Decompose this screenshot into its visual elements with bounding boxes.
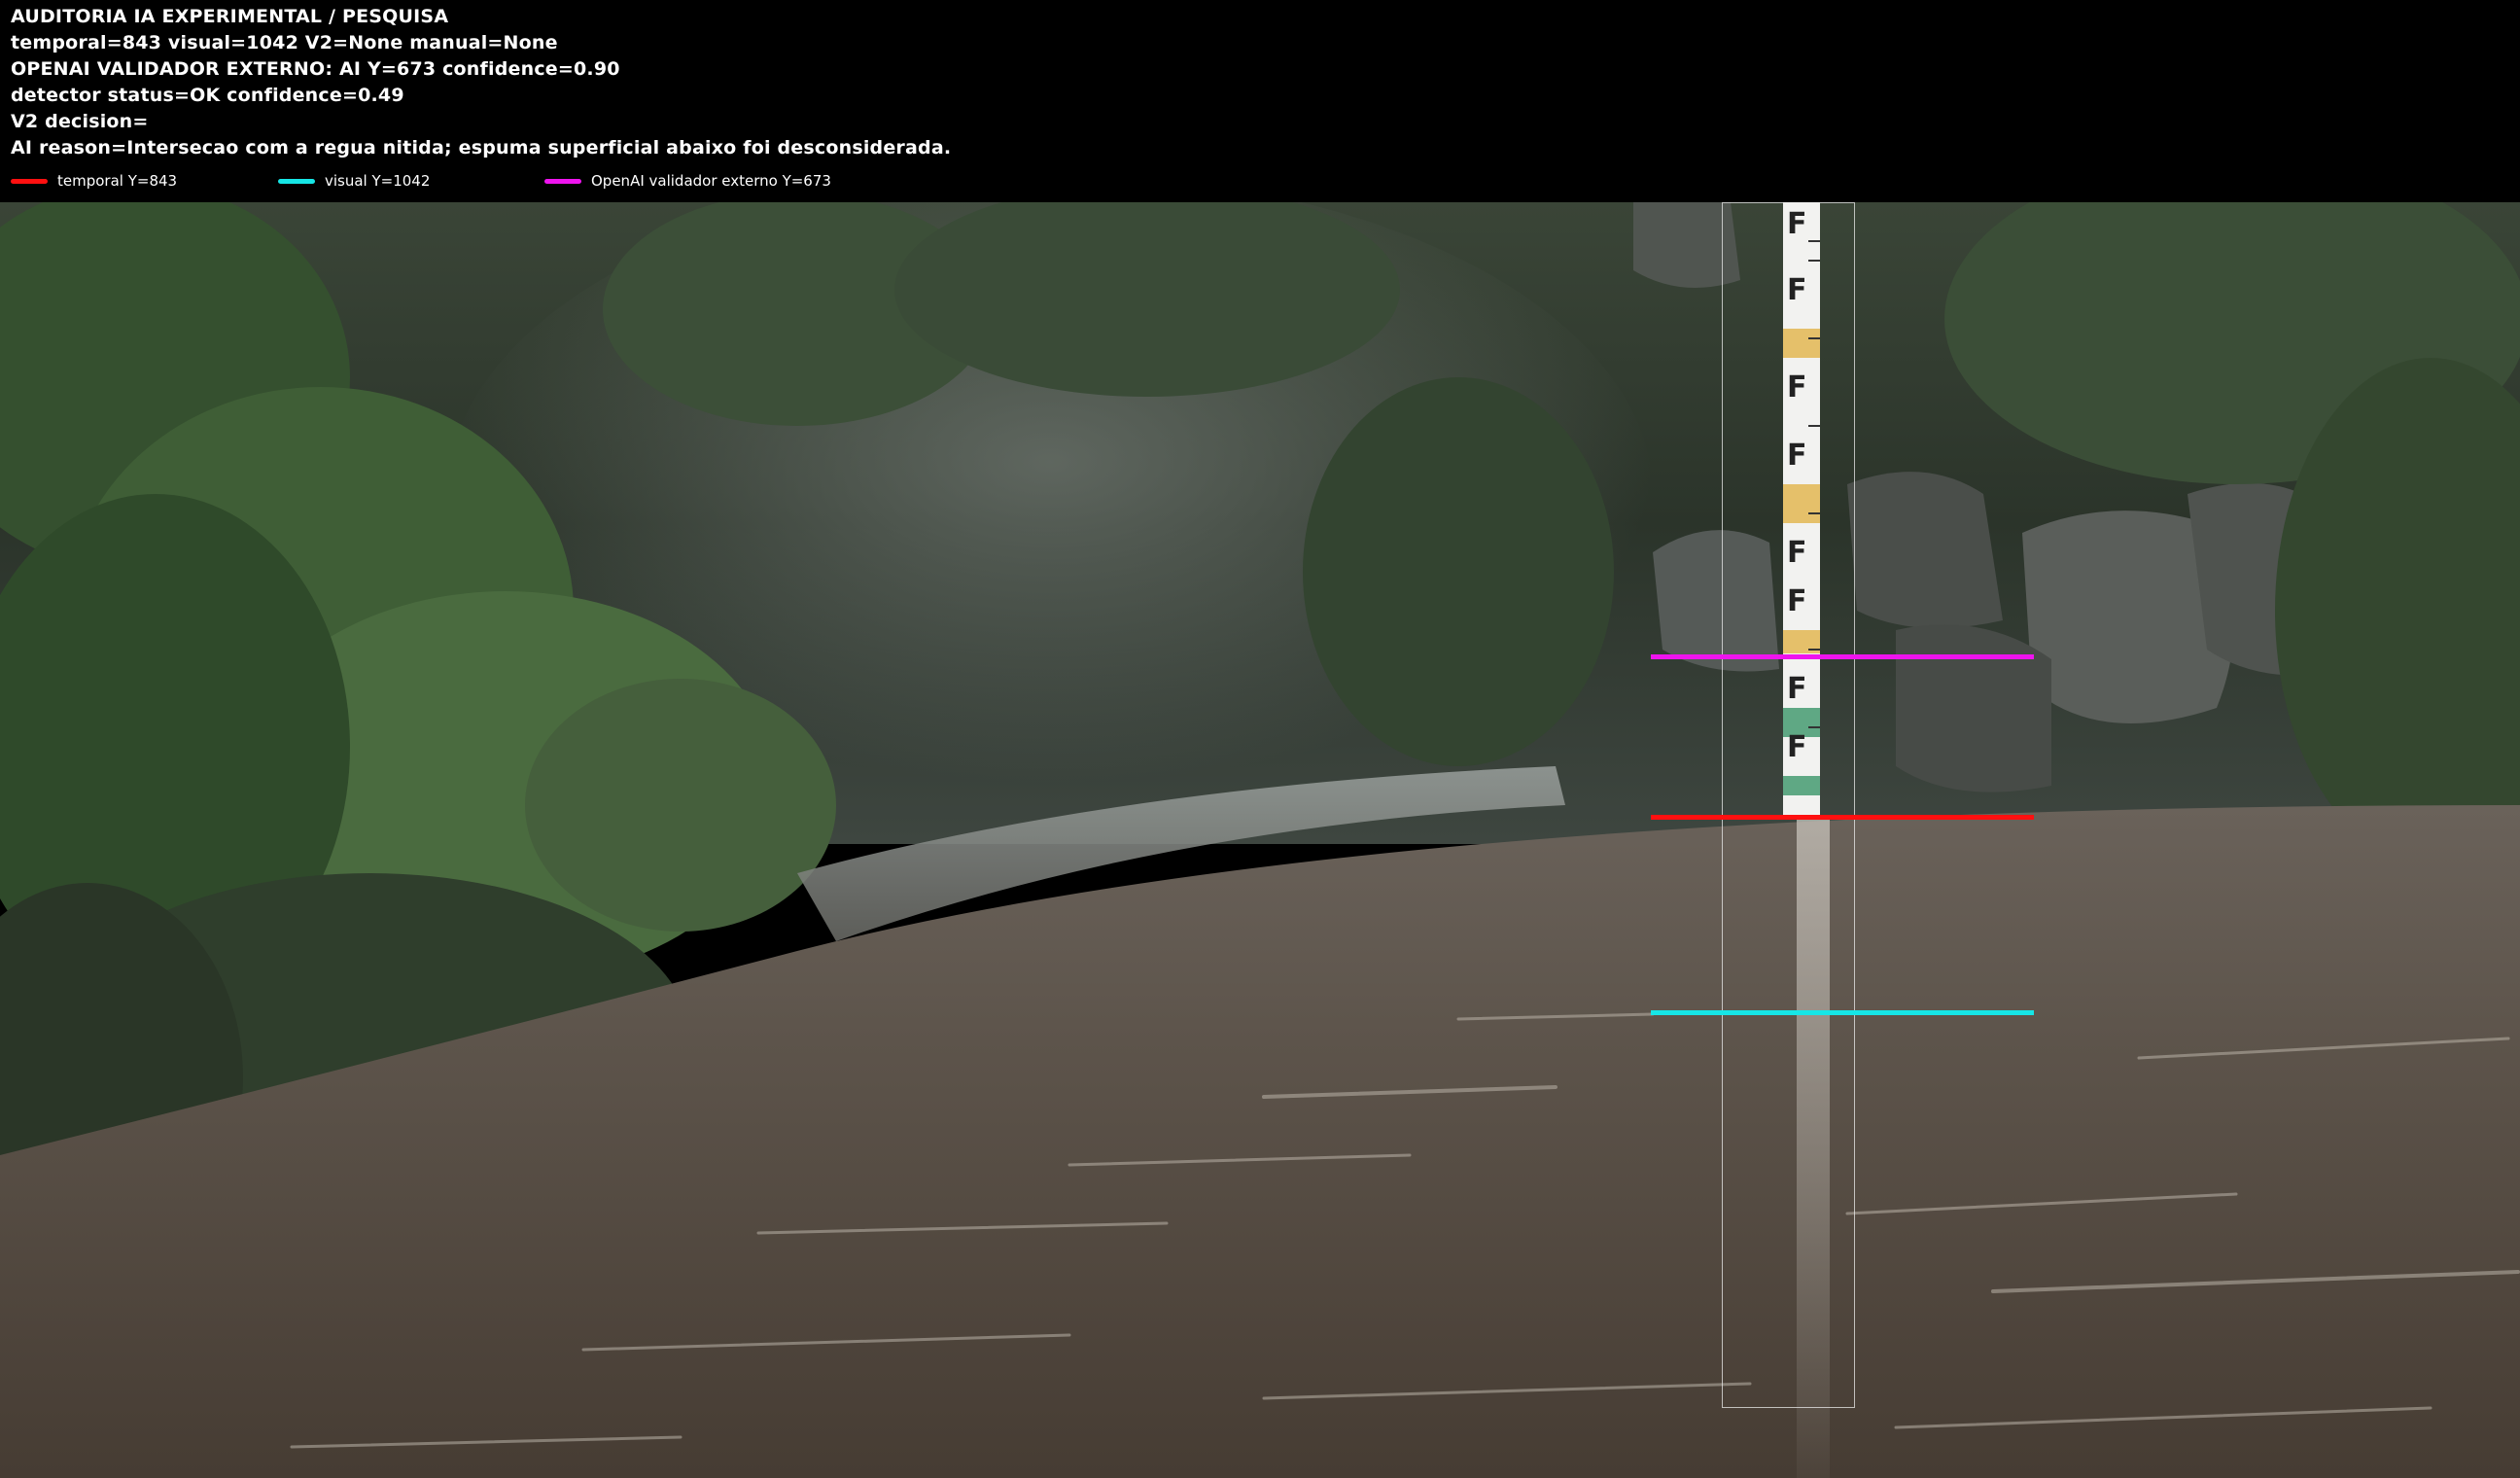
- header-title: AUDITORIA IA EXPERIMENTAL / PESQUISA: [11, 6, 449, 27]
- legend-temporal: temporal Y=843: [11, 171, 177, 191]
- measurement-values: temporal=843 visual=1042 V2=None manual=…: [11, 32, 558, 53]
- legend-swatch-visual: [278, 178, 315, 184]
- legend-label-visual: visual Y=1042: [325, 172, 431, 190]
- openai-validator-line: OPENAI VALIDADOR EXTERNO: AI Y=673 confi…: [11, 58, 620, 80]
- visual-level-line: [1651, 1010, 2034, 1015]
- detector-status: detector status=OK confidence=0.49: [11, 85, 404, 106]
- legend-swatch-openai: [544, 178, 581, 184]
- ai-reason: AI reason=Intersecao com a regua nitida;…: [11, 137, 952, 158]
- legend-swatch-temporal: [11, 178, 48, 184]
- openai-level-line: [1651, 654, 2034, 659]
- legend-label-temporal: temporal Y=843: [57, 172, 178, 190]
- audit-header: AUDITORIA IA EXPERIMENTAL / PESQUISA tem…: [0, 0, 2520, 202]
- river-scene: F F F F F F F F: [0, 202, 2520, 1478]
- v2-decision: V2 decision=: [11, 111, 149, 132]
- legend-openai: OpenAI validador externo Y=673: [544, 171, 831, 191]
- video-frame: AUDITORIA IA EXPERIMENTAL / PESQUISA tem…: [0, 0, 2520, 1478]
- legend-label-openai: OpenAI validador externo Y=673: [591, 172, 831, 190]
- gauge-roi-box: [1722, 202, 1855, 1408]
- legend-visual: visual Y=1042: [278, 171, 430, 191]
- temporal-level-line: [1651, 815, 2034, 820]
